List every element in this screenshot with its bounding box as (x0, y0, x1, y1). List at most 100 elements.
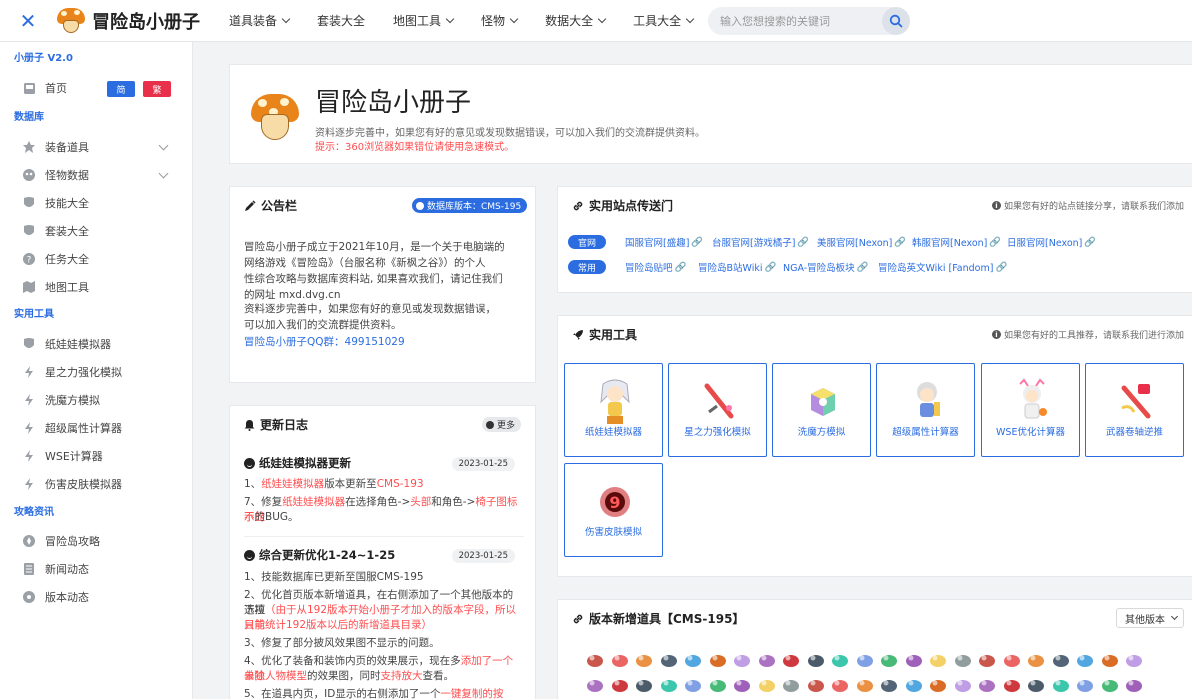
new-item-icon[interactable] (781, 651, 801, 669)
new-item-icon[interactable] (634, 651, 654, 669)
new-item-icon[interactable] (1075, 676, 1095, 694)
simplified-chinese-button[interactable]: 简 (107, 81, 135, 97)
link-tw-official[interactable]: 台服官网[游戏橘子] 🔗 (712, 235, 809, 250)
new-item-icon[interactable] (683, 651, 703, 669)
new-item-icon[interactable] (708, 651, 728, 669)
nav-item-data[interactable]: 数据大全 (545, 12, 607, 29)
new-item-icon[interactable] (1100, 651, 1120, 669)
link-jp-official[interactable]: 日服官网[Nexon] 🔗 (1007, 235, 1096, 250)
version-select[interactable]: 其他版本 (1116, 608, 1184, 628)
text: 的效果图，同时 (307, 670, 381, 682)
sidebar-item-skills[interactable]: 技能大全 (0, 189, 192, 217)
link-nga[interactable]: NGA-冒险岛板块 🔗 (783, 260, 869, 275)
tool-wse-calculator[interactable]: WSE优化计算器 (981, 363, 1080, 457)
link-bilibili-wiki[interactable]: 冒险岛B站Wiki 🔗 (698, 260, 776, 275)
new-item-icon[interactable] (1002, 676, 1022, 694)
new-item-icon[interactable] (732, 651, 752, 669)
sidebar-item-avatar-sim[interactable]: 纸娃娃模拟器 (0, 330, 192, 358)
new-item-icon[interactable] (977, 676, 997, 694)
link-kr-official[interactable]: 韩服官网[Nexon] 🔗 (912, 235, 1001, 250)
nav-item-monsters[interactable]: 怪物 (481, 12, 519, 29)
nav-item-equipment[interactable]: 道具装备 (229, 12, 291, 29)
new-item-icon[interactable] (806, 651, 826, 669)
more-button[interactable]: 更多 (482, 417, 522, 432)
tool-starforce-simulator[interactable]: 星之力强化模拟 (668, 363, 767, 457)
new-item-icon[interactable] (1100, 676, 1120, 694)
search-button[interactable] (882, 7, 910, 35)
new-item-icon[interactable] (830, 651, 850, 669)
new-item-icon[interactable] (585, 676, 605, 694)
tool-superior-calculator[interactable]: 超级属性计算器 (876, 363, 975, 457)
sidebar-item-equipment[interactable]: 装备道具 (0, 133, 192, 161)
link-tieba[interactable]: 冒险岛贴吧 🔗 (625, 260, 686, 275)
new-item-icon[interactable] (1051, 651, 1071, 669)
nav-item-sets[interactable]: 套装大全 (317, 12, 365, 29)
sidebar-item-monsters[interactable]: 怪物数据 (0, 161, 192, 189)
new-item-icon[interactable] (904, 651, 924, 669)
sidebar-item-maps[interactable]: 地图工具 (0, 273, 192, 301)
tool-damage-skin-simulator[interactable]: 9 伤害皮肤模拟 (564, 463, 663, 557)
new-item-icon[interactable] (1124, 651, 1144, 669)
sidebar-item-version-news[interactable]: 版本动态 (0, 583, 192, 611)
sidebar-item-starforce-sim[interactable]: 星之力强化模拟 (0, 358, 192, 386)
sidebar-item-cube-sim[interactable]: 洗魔方模拟 (0, 386, 192, 414)
new-item-icon[interactable] (659, 651, 679, 669)
new-item-icon[interactable] (904, 676, 924, 694)
new-item-icon[interactable] (928, 676, 948, 694)
new-item-icon[interactable] (928, 651, 948, 669)
tool-weapon-scroll-calc[interactable]: 武器卷轴逆推 (1085, 363, 1184, 457)
new-item-icon[interactable] (879, 651, 899, 669)
new-item-icon[interactable] (855, 651, 875, 669)
link-us-official[interactable]: 美服官网[Nexon] 🔗 (817, 235, 906, 250)
sidebar-item-guides[interactable]: 冒险岛攻略 (0, 527, 192, 555)
changelog-entry-title: 综合更新优化1-24~1-25 (244, 547, 395, 563)
new-item-icon[interactable] (1075, 651, 1095, 669)
sidebar-item-wse-calc[interactable]: WSE计算器 (0, 442, 192, 470)
new-item-icon[interactable] (610, 676, 630, 694)
nav-label: 工具大全 (633, 14, 682, 28)
nav-item-tools[interactable]: 工具大全 (633, 12, 695, 29)
new-item-icon[interactable] (585, 651, 605, 669)
new-item-icon[interactable] (806, 676, 826, 694)
more-label: 更多 (497, 421, 516, 431)
sidebar-item-sets[interactable]: 套装大全 (0, 217, 192, 245)
new-item-icon[interactable] (1124, 676, 1144, 694)
tool-cube-simulator[interactable]: 洗魔方模拟 (772, 363, 871, 457)
sidebar-item-quests[interactable]: ? 任务大全 (0, 245, 192, 273)
tool-avatar-simulator[interactable]: 纸娃娃模拟器 (564, 363, 663, 457)
notice-line: 资料逐步完善中，如果您有好的意见或发现数据错误， (244, 303, 496, 315)
traditional-chinese-button[interactable]: 繁 (143, 81, 171, 97)
new-item-icon[interactable] (1002, 651, 1022, 669)
sidebar-item-news[interactable]: 新闻动态 (0, 555, 192, 583)
new-item-icon[interactable] (732, 676, 752, 694)
new-item-icon[interactable] (683, 676, 703, 694)
qq-group-link[interactable]: 冒险岛小册子QQ群：499151029 (244, 334, 405, 350)
new-item-icon[interactable] (1026, 676, 1046, 694)
new-item-icon[interactable] (953, 651, 973, 669)
entry-date: 2023-01-25 (451, 549, 515, 563)
new-item-icon[interactable] (977, 651, 997, 669)
new-item-icon[interactable] (708, 676, 728, 694)
new-item-icon[interactable] (879, 676, 899, 694)
sidebar-item-damage-skin-sim[interactable]: 伤害皮肤模拟器 (0, 470, 192, 498)
new-item-icon[interactable] (634, 676, 654, 694)
new-item-icon[interactable] (757, 651, 777, 669)
new-item-icon[interactable] (781, 676, 801, 694)
site-logo[interactable]: 冒险岛小册子 (56, 7, 206, 34)
new-item-icon[interactable] (1051, 676, 1071, 694)
new-item-icon[interactable] (1026, 651, 1046, 669)
official-sites-tag: 官网 (568, 235, 606, 249)
sidebar-item-superior-calc[interactable]: 超级属性计算器 (0, 414, 192, 442)
search-input[interactable] (708, 14, 876, 28)
close-icon[interactable]: ✕ (0, 9, 56, 33)
mushroom-logo-icon (249, 92, 301, 144)
new-item-icon[interactable] (757, 676, 777, 694)
new-item-icon[interactable] (855, 676, 875, 694)
link-cn-official[interactable]: 国服官网[盛趣] 🔗 (625, 235, 703, 250)
link-fandom-wiki[interactable]: 冒险岛英文Wiki [Fandom] 🔗 (878, 260, 1007, 275)
new-item-icon[interactable] (830, 676, 850, 694)
new-item-icon[interactable] (953, 676, 973, 694)
new-item-icon[interactable] (659, 676, 679, 694)
nav-item-maps[interactable]: 地图工具 (393, 12, 455, 29)
new-item-icon[interactable] (610, 651, 630, 669)
